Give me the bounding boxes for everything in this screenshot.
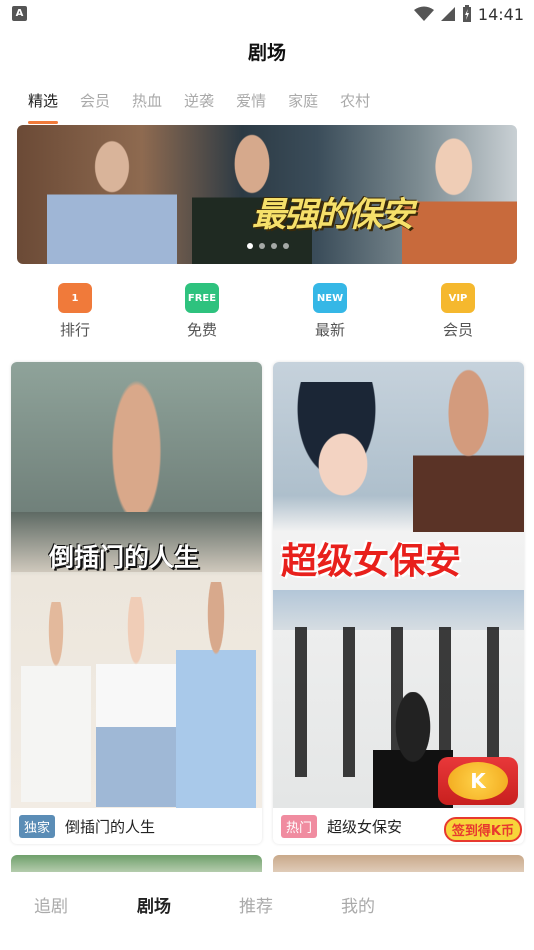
tab-romance[interactable]: 爱情 (236, 90, 266, 124)
clock: 14:41 (477, 4, 524, 24)
nav-me[interactable]: 我的 (341, 892, 375, 917)
vip-icon: VIP (441, 283, 475, 313)
hot-badge: 热门 (281, 814, 318, 838)
quick-link-vip[interactable]: VIP 会员 (428, 283, 488, 340)
status-icons: 14:41 (413, 4, 524, 24)
poster-title-art: 倒插门的人生 (49, 543, 200, 572)
drama-poster: 倒插门的人生 (11, 362, 262, 808)
tab-family[interactable]: 家庭 (288, 90, 318, 124)
signal-icon (440, 7, 455, 21)
bottom-navigation: 追剧 剧场 推荐 我的 (0, 872, 534, 950)
drama-card[interactable]: 超级女保安 K 热门 超级女保安 签到得K币 (273, 362, 524, 844)
pagination-dot (259, 243, 265, 249)
banner-title-art: 最强的保安 (252, 195, 414, 235)
tab-comeback[interactable]: 逆袭 (184, 90, 214, 124)
quick-link-label: 免费 (186, 321, 217, 339)
ranking-icon: 1 (58, 283, 92, 313)
pagination-dot (283, 243, 289, 249)
checkin-promo-button[interactable]: 签到得K币 (443, 817, 522, 842)
drama-title: 倒插门的人生 (65, 817, 156, 836)
nav-follow[interactable]: 追剧 (34, 892, 68, 917)
featured-banner[interactable]: 最强的保安 (17, 125, 517, 264)
quick-link-label: 排行 (59, 321, 90, 339)
status-bar: A 14:41 (0, 0, 534, 28)
banner-actor-left (47, 125, 177, 264)
banner-pagination (247, 243, 289, 249)
pagination-dot (271, 243, 277, 249)
free-icon: FREE (185, 283, 219, 313)
tab-featured[interactable]: 精选 (28, 90, 59, 124)
quick-link-label: 会员 (442, 321, 473, 339)
drama-title: 超级女保安 (327, 817, 403, 836)
drama-poster: 超级女保安 K (273, 362, 524, 808)
tab-member[interactable]: 会员 (80, 90, 110, 124)
battery-icon (462, 5, 471, 22)
quick-link-free[interactable]: FREE 免费 (172, 283, 232, 340)
tab-rural[interactable]: 农村 (340, 90, 370, 124)
banner-actress-right (402, 125, 517, 264)
quick-link-ranking[interactable]: 1 排行 (45, 283, 105, 340)
quick-links: 1 排行 FREE 免费 NEW 最新 VIP 会员 (0, 283, 534, 343)
gift-coin-icon[interactable]: K (448, 762, 508, 800)
new-icon: NEW (313, 283, 347, 313)
category-tabs: 精选 会员 热血 逆袭 爱情 家庭 农村 (28, 90, 392, 124)
exclusive-badge: 独家 (19, 814, 56, 838)
drama-card[interactable]: 倒插门的人生 独家 倒插门的人生 (11, 362, 262, 844)
tab-hot-blood[interactable]: 热血 (132, 90, 162, 124)
nav-theater[interactable]: 剧场 (137, 892, 171, 917)
nav-recommend[interactable]: 推荐 (239, 892, 273, 917)
page-title: 剧场 (247, 42, 286, 64)
wifi-icon (413, 6, 434, 21)
pagination-dot (247, 243, 253, 249)
quick-link-new[interactable]: NEW 最新 (300, 283, 360, 340)
drama-card-meta: 独家 倒插门的人生 (11, 808, 262, 844)
poster-title-art: 超级女保安 (281, 540, 462, 582)
notification-icon: A (12, 6, 27, 21)
quick-link-label: 最新 (314, 321, 345, 339)
